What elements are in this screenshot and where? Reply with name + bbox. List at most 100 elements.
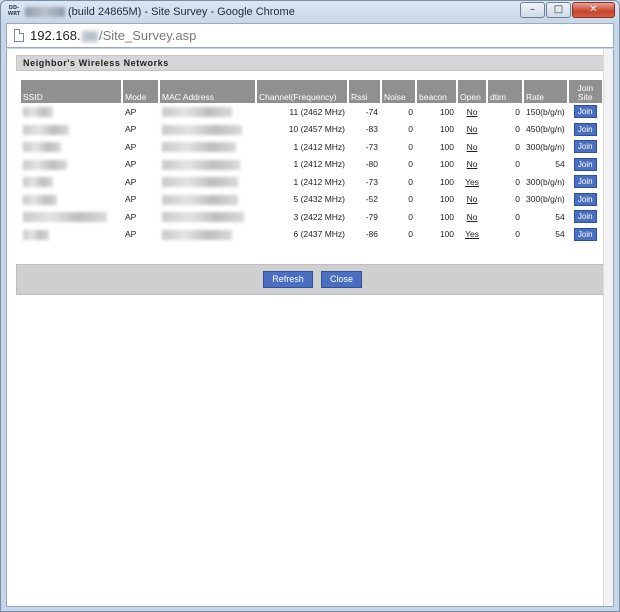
url-path: /Site_Survey.asp [99,28,197,43]
redacted-ssid [23,212,107,223]
header-dtim[interactable]: dtim [488,80,522,103]
dtim-cell: 0 [515,211,520,222]
header-beacon[interactable]: beacon [417,80,456,103]
noise-cell: 0 [408,194,413,205]
ssid-cell [21,138,121,156]
beacon-cell: 100 [439,176,454,187]
close-window-button[interactable]: ✕ [572,2,615,18]
beacon-cell: 100 [439,159,454,170]
header-channel[interactable]: Channel(Frequency) [257,80,347,103]
join-button[interactable]: Join [573,192,597,206]
open-link[interactable]: No [467,194,478,204]
noise-cell: 0 [408,124,413,135]
rssi-cell: -73 [365,176,378,187]
open-link[interactable]: No [467,159,478,169]
mode-cell: AP [125,211,137,222]
noise-cell: 0 [408,106,413,117]
header-join-site: Join Site [568,80,602,103]
rssi-cell: -74 [365,106,378,117]
open-link[interactable]: No [467,107,478,117]
redacted-mac [162,212,244,223]
redacted-mac [162,229,232,240]
redacted-ssid [23,107,53,118]
open-cell: No [458,103,486,121]
dtim-cell: 0 [515,124,520,135]
rate-cell: 54 [555,211,565,222]
channel-cell: 10 (2457 MHz) [288,124,345,135]
refresh-button[interactable]: Refresh [263,271,313,288]
header-mac[interactable]: MAC Address [160,80,255,103]
minimize-button[interactable]: – [520,2,545,18]
beacon-cell: 100 [439,194,454,205]
rate-cell: 300(b/g/n) [526,141,565,152]
noise-cell: 0 [408,211,413,222]
button-bar: Refresh Close [16,264,608,295]
address-bar[interactable]: 192.168. /Site_Survey.asp [6,23,614,48]
open-link[interactable]: No [467,142,478,152]
ssid-cell [21,208,121,226]
channel-cell: 1 (2412 MHz) [293,141,346,152]
beacon-cell: 100 [439,229,454,240]
table-row: AP 5 (2432 MHz) -52 0 100 No 0 300(b/g/n) Join [21,191,602,209]
table-row: AP 3 (2422 MHz) -79 0 100 No 0 54 Join [21,208,602,226]
header-open[interactable]: Open [458,80,486,103]
ssid-cell [21,191,121,209]
maximize-button[interactable]: □ [546,2,571,18]
redacted-mac [162,124,242,135]
channel-cell: 1 (2412 MHz) [293,176,346,187]
header-ssid[interactable]: SSID [21,80,121,103]
mac-cell [160,156,255,174]
header-noise[interactable]: Noise [382,80,415,103]
beacon-cell: 100 [439,141,454,152]
join-button[interactable]: Join [573,122,597,136]
open-cell: No [458,156,486,174]
join-cell: Join [569,103,602,121]
table-header-row: SSID Mode MAC Address Channel(Frequency)… [21,80,602,103]
title-bar: DD-WRT (build 24865M) - Site Survey - Go… [1,1,619,23]
mac-cell [160,226,255,244]
noise-cell: 0 [408,159,413,170]
close-button[interactable]: Close [321,271,362,288]
join-button[interactable]: Join [573,227,597,241]
header-mode[interactable]: Mode [123,80,158,103]
rate-cell: 450(b/g/n) [526,124,565,135]
join-button[interactable]: Join [573,157,597,171]
join-cell: Join [569,173,602,191]
header-rssi[interactable]: Rssi [349,80,380,103]
open-link[interactable]: Yes [465,177,479,187]
redacted-mac [162,159,240,170]
table-row: AP 1 (2412 MHz) -73 0 100 No 0 300(b/g/n) Join [21,138,602,156]
redacted-mac [162,142,236,153]
mac-cell [160,121,255,139]
open-cell: No [458,138,486,156]
site-survey-table: SSID Mode MAC Address Channel(Frequency)… [19,80,604,243]
join-button[interactable]: Join [573,210,597,224]
redacted-ssid [23,177,53,188]
open-link[interactable]: Yes [465,229,479,239]
join-button[interactable]: Join [573,175,597,189]
ssid-cell [21,173,121,191]
redacted-ssid [23,142,61,153]
rssi-cell: -73 [365,141,378,152]
mode-cell: AP [125,159,137,170]
join-button[interactable]: Join [573,140,597,154]
mode-cell: AP [125,124,137,135]
rssi-cell: -52 [365,194,378,205]
header-rate[interactable]: Rate [524,80,567,103]
redacted-ssid [23,124,69,135]
open-cell: No [458,121,486,139]
beacon-cell: 100 [439,211,454,222]
noise-cell: 0 [408,176,413,187]
table-body: AP 11 (2462 MHz) -74 0 100 No 0 150(b/g/n) Join A… [21,103,602,243]
join-button[interactable]: Join [573,105,597,119]
open-link[interactable]: No [467,124,478,134]
redacted-mac [162,107,232,118]
mac-cell [160,103,255,121]
join-cell: Join [569,191,602,209]
dtim-cell: 0 [515,229,520,240]
dtim-cell: 0 [515,194,520,205]
join-cell: Join [569,156,602,174]
scrollbar[interactable] [603,49,613,606]
open-link[interactable]: No [467,212,478,222]
channel-cell: 6 (2437 MHz) [293,229,346,240]
